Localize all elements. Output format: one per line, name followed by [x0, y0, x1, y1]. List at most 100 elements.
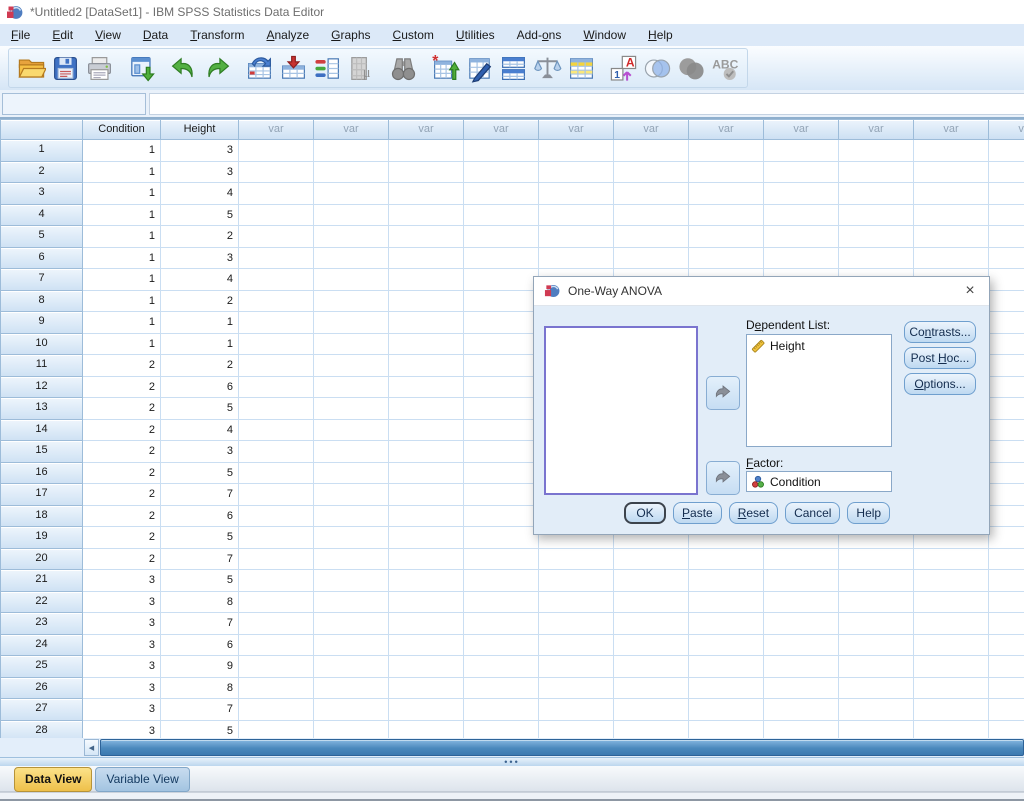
cell-empty[interactable]	[989, 248, 1024, 270]
cell-condition[interactable]: 2	[83, 506, 161, 528]
row-header[interactable]: 6	[0, 248, 83, 270]
cell-height[interactable]: 6	[161, 506, 239, 528]
row-header[interactable]: 23	[0, 613, 83, 635]
cell-empty[interactable]	[539, 549, 614, 571]
cell-empty[interactable]	[764, 248, 839, 270]
cell-empty[interactable]	[689, 140, 764, 162]
cell-condition[interactable]: 1	[83, 248, 161, 270]
use-variable-sets-icon[interactable]	[640, 51, 674, 85]
goto-case-icon[interactable]	[242, 51, 276, 85]
cell-empty[interactable]	[989, 549, 1024, 571]
cell-condition[interactable]: 1	[83, 334, 161, 356]
menu-transform[interactable]: Transform	[179, 25, 255, 45]
column-header-var[interactable]: var	[464, 119, 539, 140]
cell-condition[interactable]: 1	[83, 183, 161, 205]
cell-empty[interactable]	[464, 678, 539, 700]
cell-empty[interactable]	[464, 312, 539, 334]
row-header[interactable]: 11	[0, 355, 83, 377]
split-file-icon[interactable]	[496, 51, 530, 85]
cell-empty[interactable]	[314, 162, 389, 184]
goto-variable-icon[interactable]	[276, 51, 310, 85]
cell-empty[interactable]	[389, 334, 464, 356]
cell-empty[interactable]	[239, 334, 314, 356]
cell-empty[interactable]	[989, 463, 1024, 485]
cell-empty[interactable]	[239, 678, 314, 700]
cell-height[interactable]: 2	[161, 291, 239, 313]
cell-empty[interactable]	[614, 162, 689, 184]
cell-condition[interactable]: 1	[83, 140, 161, 162]
cell-empty[interactable]	[314, 678, 389, 700]
cell-empty[interactable]	[314, 205, 389, 227]
cell-empty[interactable]	[914, 678, 989, 700]
grid-corner-cell[interactable]	[0, 119, 83, 140]
spell-check-icon[interactable]: ABC	[708, 51, 742, 85]
close-icon[interactable]: ×	[961, 283, 979, 299]
cancel-button[interactable]: Cancel	[785, 502, 840, 524]
cell-condition[interactable]: 2	[83, 355, 161, 377]
row-header[interactable]: 3	[0, 183, 83, 205]
cell-empty[interactable]	[239, 183, 314, 205]
cell-empty[interactable]	[689, 656, 764, 678]
cell-empty[interactable]	[314, 355, 389, 377]
cell-empty[interactable]	[539, 613, 614, 635]
cell-height[interactable]: 4	[161, 183, 239, 205]
cell-height[interactable]: 8	[161, 678, 239, 700]
cell-empty[interactable]	[464, 506, 539, 528]
menu-utilities[interactable]: Utilities	[445, 25, 506, 45]
cell-empty[interactable]	[614, 570, 689, 592]
cell-empty[interactable]	[689, 549, 764, 571]
cell-empty[interactable]	[539, 635, 614, 657]
redo-icon[interactable]	[200, 51, 234, 85]
cell-empty[interactable]	[614, 699, 689, 721]
cell-empty[interactable]	[839, 699, 914, 721]
cell-empty[interactable]	[614, 656, 689, 678]
row-header[interactable]: 24	[0, 635, 83, 657]
ok-button[interactable]: OK	[624, 502, 666, 524]
cell-empty[interactable]	[389, 635, 464, 657]
cell-empty[interactable]	[914, 635, 989, 657]
cell-empty[interactable]	[989, 334, 1024, 356]
cell-empty[interactable]	[239, 248, 314, 270]
insert-variable-icon[interactable]	[462, 51, 496, 85]
cell-empty[interactable]	[314, 549, 389, 571]
cell-empty[interactable]	[314, 463, 389, 485]
cell-height[interactable]: 5	[161, 398, 239, 420]
row-header[interactable]: 27	[0, 699, 83, 721]
cell-condition[interactable]: 2	[83, 441, 161, 463]
cell-edit-box[interactable]	[149, 93, 1024, 115]
cell-empty[interactable]	[389, 484, 464, 506]
options-button[interactable]: Options...	[904, 373, 976, 395]
cell-empty[interactable]	[314, 527, 389, 549]
cell-empty[interactable]	[614, 248, 689, 270]
cell-condition[interactable]: 3	[83, 699, 161, 721]
factor-field[interactable]: Condition	[746, 471, 892, 492]
cell-empty[interactable]	[839, 226, 914, 248]
cell-empty[interactable]	[764, 183, 839, 205]
reset-button[interactable]: Reset	[729, 502, 778, 524]
cell-empty[interactable]	[764, 656, 839, 678]
cell-empty[interactable]	[764, 140, 839, 162]
cell-height[interactable]: 3	[161, 248, 239, 270]
cell-empty[interactable]	[689, 162, 764, 184]
cell-empty[interactable]	[314, 484, 389, 506]
cell-empty[interactable]	[239, 484, 314, 506]
cell-empty[interactable]	[239, 592, 314, 614]
cell-condition[interactable]: 2	[83, 549, 161, 571]
cell-empty[interactable]	[914, 162, 989, 184]
cell-condition[interactable]: 3	[83, 592, 161, 614]
menu-analyze[interactable]: Analyze	[255, 25, 320, 45]
cell-empty[interactable]	[539, 656, 614, 678]
recall-dialogs-icon[interactable]	[124, 51, 158, 85]
cell-empty[interactable]	[914, 549, 989, 571]
cell-empty[interactable]	[914, 205, 989, 227]
cell-empty[interactable]	[839, 570, 914, 592]
cell-empty[interactable]	[239, 398, 314, 420]
cell-empty[interactable]	[539, 205, 614, 227]
cell-empty[interactable]	[614, 226, 689, 248]
cell-name-box[interactable]	[2, 93, 146, 115]
cell-empty[interactable]	[689, 678, 764, 700]
row-header[interactable]: 1	[0, 140, 83, 162]
cell-empty[interactable]	[764, 635, 839, 657]
cell-empty[interactable]	[464, 334, 539, 356]
cell-height[interactable]: 2	[161, 355, 239, 377]
